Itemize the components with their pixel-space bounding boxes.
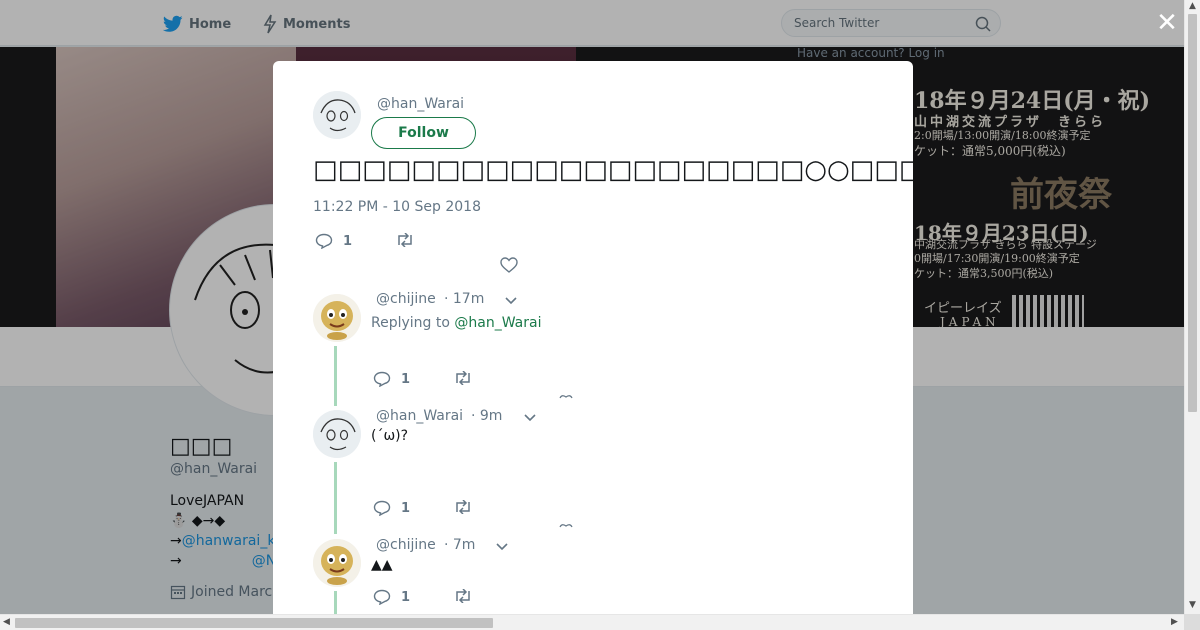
reply-author-handle[interactable]: @chijine [376,291,436,307]
vertical-scrollbar[interactable]: ▲ ▼ [1184,0,1200,614]
horizontal-scroll-thumb[interactable] [15,618,493,628]
replying-prefix: Replying to [371,315,450,331]
avatar[interactable] [313,294,361,342]
horizontal-scrollbar[interactable]: ◀ ▶ [0,614,1184,630]
reply-count: 1 [401,589,411,605]
avatar[interactable] [313,91,361,139]
reply-timestamp[interactable]: · 7m [444,537,475,553]
reply-icon [315,233,333,249]
reply-button[interactable]: 1 [373,589,410,605]
avatar[interactable] [313,410,361,458]
reply-count: 1 [343,233,353,249]
avatar-drawing [313,539,361,587]
reply-button[interactable]: 1 [315,233,352,249]
tweet-modal: @han_Warai Follow □□□□□□□□□□□□□□□□□□□□○○… [273,61,913,614]
reply-icon [373,500,391,516]
reply-text: (´ω)? [371,428,409,444]
scroll-right-icon[interactable]: ▶ [1171,617,1178,627]
thread-line [334,591,337,614]
retweet-button[interactable] [395,233,415,247]
reply-author-handle[interactable]: @chijine [376,537,436,553]
chevron-down-icon[interactable] [504,296,518,306]
reply-count: 1 [401,371,411,387]
chevron-down-icon[interactable] [495,542,509,552]
reply-timestamp[interactable]: · 17m [444,291,484,307]
reply-icon [373,371,391,387]
retweet-icon [456,371,470,385]
thread-line [334,346,337,406]
scroll-left-icon[interactable]: ◀ [3,617,10,627]
avatar[interactable] [313,539,361,587]
reply-button[interactable]: 1 [373,500,410,516]
tweet-author-handle[interactable]: @han_Warai [377,96,464,112]
reply-button[interactable]: 1 [373,371,410,387]
heart-icon[interactable] [559,394,573,399]
vertical-scroll-thumb[interactable] [1188,14,1197,412]
tweet-text: □□□□□□□□□□□□□□□□□□□□○○□□□□□□□□□□□□□□□□□□… [313,155,913,185]
reply-count: 1 [401,500,411,516]
reply-icon [373,589,391,605]
like-button[interactable] [500,257,518,273]
scrollbar-corner [1184,614,1200,630]
avatar-drawing [313,410,361,458]
close-icon[interactable]: ✕ [1155,10,1179,36]
replying-to-link[interactable]: @han_Warai [454,315,541,331]
tweet-timestamp[interactable]: 11:22 PM - 10 Sep 2018 [313,199,481,215]
retweet-button[interactable] [453,589,473,603]
scroll-down-icon[interactable]: ▼ [1189,600,1196,610]
reply-timestamp[interactable]: · 9m [471,408,502,424]
replying-to: Replying to @han_Warai [371,315,541,331]
avatar-drawing [313,91,361,139]
thread-line [334,462,337,534]
reply-text: ▲▲ [371,557,393,573]
heart-icon[interactable] [559,523,573,528]
reply-author-handle[interactable]: @han_Warai [376,408,463,424]
retweet-button[interactable] [453,500,473,514]
chevron-down-icon[interactable] [523,413,537,423]
retweet-button[interactable] [453,371,473,385]
follow-button[interactable]: Follow [371,117,476,149]
scroll-up-icon[interactable]: ▲ [1189,1,1196,11]
avatar-drawing [313,294,361,342]
retweet-icon [456,589,470,603]
retweet-icon [456,500,470,514]
retweet-icon [398,233,412,247]
heart-icon [500,257,518,273]
